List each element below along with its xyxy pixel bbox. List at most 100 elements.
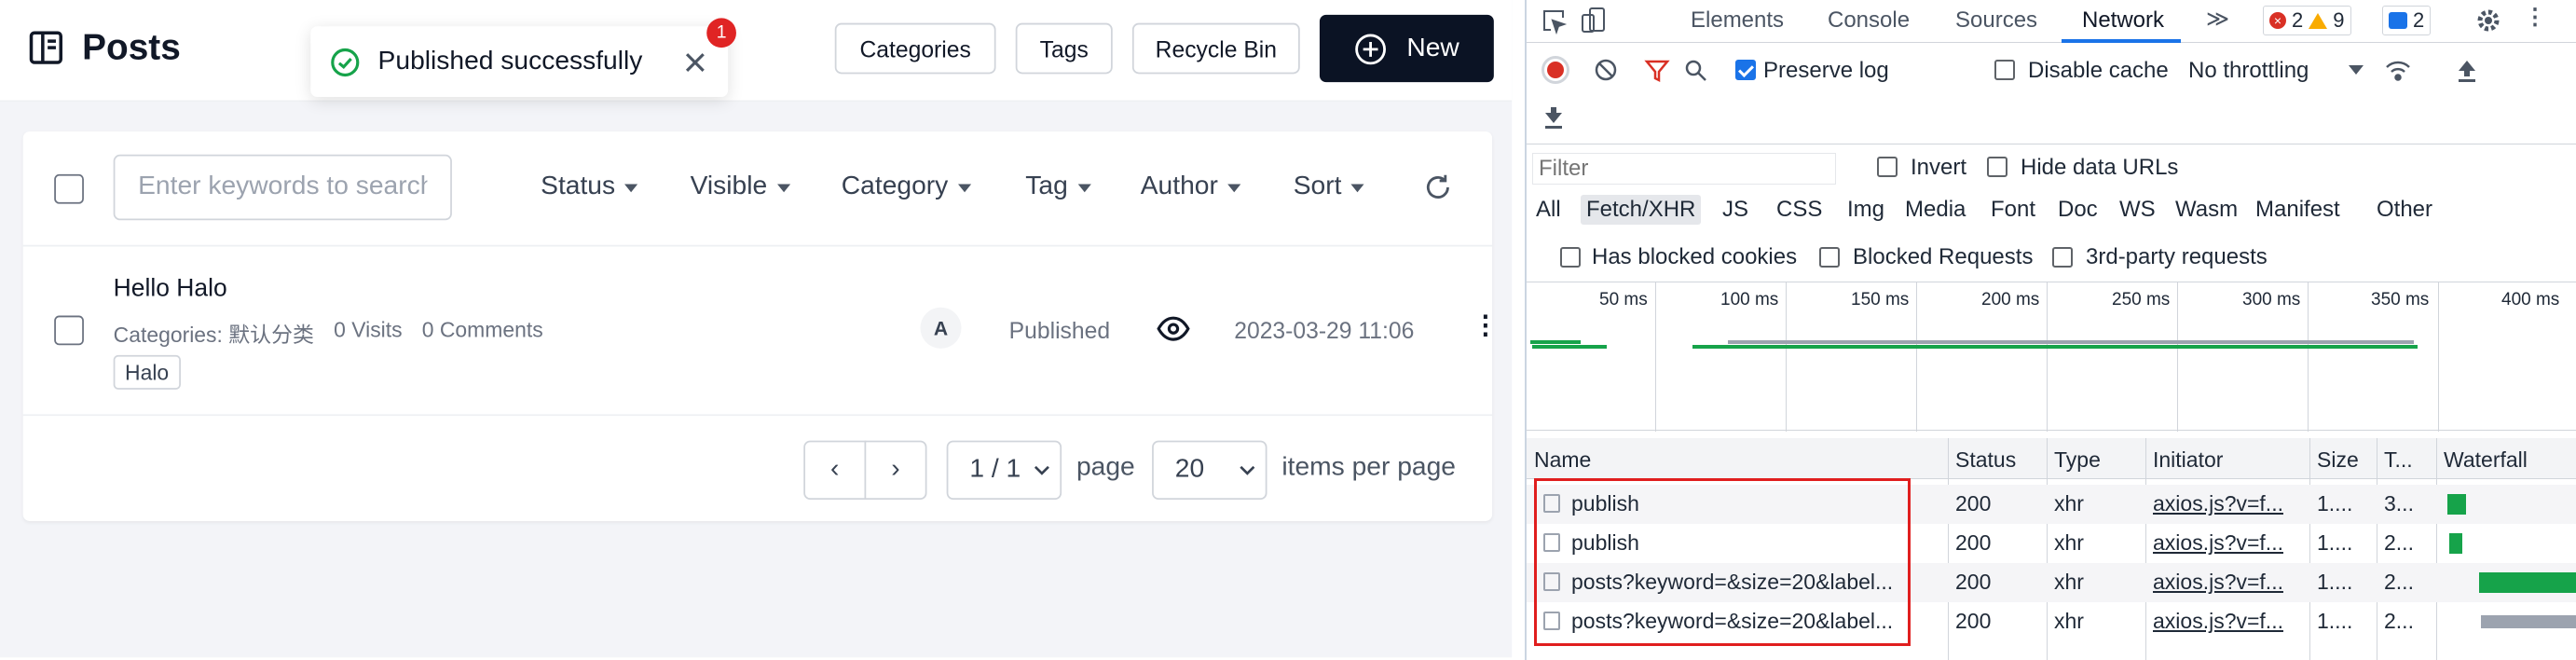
- request-initiator[interactable]: axios.js?v=f...: [2153, 570, 2304, 595]
- column-status[interactable]: Status: [1955, 447, 2016, 473]
- column-name[interactable]: Name: [1534, 447, 1591, 473]
- more-actions-icon[interactable]: ⋮: [1473, 309, 1499, 342]
- post-checkbox[interactable]: [54, 315, 84, 346]
- tags-button[interactable]: Tags: [1015, 22, 1113, 75]
- timeline-gridline: [1786, 282, 1787, 432]
- hide-data-urls-checkbox[interactable]: [1987, 157, 2007, 177]
- request-type: xhr: [2054, 609, 2084, 633]
- record-icon[interactable]: [1541, 56, 1569, 84]
- close-icon[interactable]: [682, 48, 708, 75]
- message-icon: [2389, 12, 2407, 29]
- top-bar: Posts Published successfully 1 Categorie…: [0, 0, 1513, 103]
- post-date: 2023-03-29 11:06: [1234, 317, 1415, 344]
- request-initiator[interactable]: axios.js?v=f...: [2153, 530, 2304, 556]
- waterfall-bar: [2449, 533, 2462, 554]
- timeline-bar: [1692, 345, 2418, 349]
- request-size: 1....: [2317, 570, 2353, 594]
- type-filter-doc[interactable]: Doc: [2058, 197, 2098, 223]
- page-size-select[interactable]: 20: [1152, 440, 1267, 501]
- issue-counter[interactable]: × 2 9: [2263, 6, 2351, 35]
- throttling-select[interactable]: No throttling: [2188, 58, 2309, 84]
- request-status: 200: [1955, 609, 1992, 633]
- type-filter-media[interactable]: Media: [1905, 197, 1966, 223]
- filter-icon[interactable]: [1644, 58, 1670, 84]
- upload-icon[interactable]: [2455, 58, 2479, 84]
- type-filter-wasm[interactable]: Wasm: [2175, 197, 2238, 223]
- tab-console[interactable]: Console: [1828, 7, 1910, 34]
- column-initiator[interactable]: Initiator: [2153, 447, 2223, 473]
- search-input[interactable]: [113, 154, 452, 221]
- author-avatar: A: [920, 307, 962, 349]
- download-icon[interactable]: [1541, 104, 1566, 131]
- tab-network[interactable]: Network: [2082, 7, 2164, 34]
- disable-cache-checkbox[interactable]: [1994, 60, 2015, 80]
- column-size[interactable]: Size: [2317, 447, 2359, 473]
- categories-button[interactable]: Categories: [834, 22, 996, 75]
- preserve-log-checkbox[interactable]: [1735, 60, 1756, 80]
- sort-filter[interactable]: Sort: [1293, 172, 1365, 202]
- timeline-bar: [1530, 340, 1581, 344]
- tab-sources[interactable]: Sources: [1955, 7, 2037, 34]
- blocked-requests-checkbox[interactable]: [1819, 247, 1840, 268]
- clear-icon[interactable]: [1594, 58, 1618, 82]
- type-filter-js[interactable]: JS: [1722, 197, 1748, 223]
- page-select-value: 1 / 1: [969, 455, 1021, 484]
- message-counter[interactable]: 2: [2382, 6, 2432, 35]
- request-time: 3...: [2384, 491, 2414, 516]
- network-toolbar: Preserve log Disable cache No throttling: [1527, 54, 2576, 91]
- third-party-checkbox[interactable]: [2052, 247, 2073, 268]
- recycle-bin-button[interactable]: Recycle Bin: [1131, 22, 1300, 75]
- tag-filter[interactable]: Tag: [1025, 172, 1091, 202]
- pagination: ‹ › 1 / 1 page 20 items per page: [23, 418, 1492, 521]
- inspect-element-icon[interactable]: [1540, 7, 1568, 35]
- page-select[interactable]: 1 / 1: [946, 440, 1062, 501]
- select-all-checkbox[interactable]: [54, 173, 84, 204]
- post-title[interactable]: Hello Halo: [114, 274, 227, 302]
- column-waterfall[interactable]: Waterfall: [2444, 447, 2528, 473]
- column-time[interactable]: T...: [2384, 447, 2413, 473]
- type-filter-font[interactable]: Font: [1991, 197, 2035, 223]
- tab-elements[interactable]: Elements: [1691, 7, 1784, 34]
- request-size: 1....: [2317, 491, 2353, 516]
- sort-filter-label: Sort: [1293, 172, 1342, 201]
- request-initiator[interactable]: axios.js?v=f...: [2153, 609, 2304, 634]
- category-filter[interactable]: Category: [842, 172, 971, 202]
- column-type[interactable]: Type: [2054, 447, 2101, 473]
- status-filter[interactable]: Status: [541, 172, 638, 202]
- tag-filter-label: Tag: [1025, 172, 1068, 201]
- new-post-button[interactable]: New: [1319, 14, 1494, 83]
- request-initiator[interactable]: axios.js?v=f...: [2153, 491, 2304, 516]
- type-filter-manifest[interactable]: Manifest: [2255, 197, 2340, 223]
- chevron-down-icon: [1240, 465, 1255, 475]
- prev-page-button[interactable]: ‹: [803, 440, 867, 501]
- type-filter-img[interactable]: Img: [1847, 197, 1884, 223]
- post-visits: 0 Visits: [334, 317, 403, 342]
- type-filter-css[interactable]: CSS: [1776, 197, 1822, 223]
- next-page-button[interactable]: ›: [864, 440, 927, 501]
- invert-checkbox[interactable]: [1877, 157, 1898, 177]
- timeline-tick-label: 250 ms: [2112, 290, 2171, 309]
- request-time: 2...: [2384, 530, 2414, 555]
- refresh-icon[interactable]: [1423, 172, 1453, 202]
- type-filter-all[interactable]: All: [1536, 197, 1561, 223]
- device-toolbar-icon[interactable]: [1579, 6, 1609, 35]
- caret-down-icon: [1351, 183, 1365, 192]
- kebab-menu-icon[interactable]: ⋮: [2524, 4, 2546, 31]
- search-icon[interactable]: [1683, 58, 1709, 84]
- more-tabs-icon[interactable]: ≫: [2206, 6, 2229, 33]
- settings-gear-icon[interactable]: [2473, 6, 2503, 35]
- request-type: xhr: [2054, 491, 2084, 516]
- filter-input[interactable]: [1532, 153, 1836, 185]
- caret-down-icon: [1227, 183, 1241, 192]
- author-filter[interactable]: Author: [1141, 172, 1241, 202]
- visible-filter[interactable]: Visible: [691, 172, 790, 202]
- timeline-bar: [1728, 340, 2414, 344]
- timeline-overview[interactable]: 50 ms 100 ms 150 ms 200 ms 250 ms 300 ms…: [1527, 282, 2576, 432]
- type-filter-fetch-xhr[interactable]: Fetch/XHR: [1581, 195, 1702, 225]
- network-conditions-icon[interactable]: [2384, 58, 2412, 84]
- blocked-cookies-checkbox[interactable]: [1560, 247, 1581, 268]
- type-filter-other[interactable]: Other: [2377, 197, 2432, 223]
- disable-cache-label: Disable cache: [2028, 58, 2169, 83]
- post-row[interactable]: Hello Halo Categories: 默认分类 0 Visits 0 C…: [22, 246, 1499, 417]
- type-filter-ws[interactable]: WS: [2119, 197, 2156, 223]
